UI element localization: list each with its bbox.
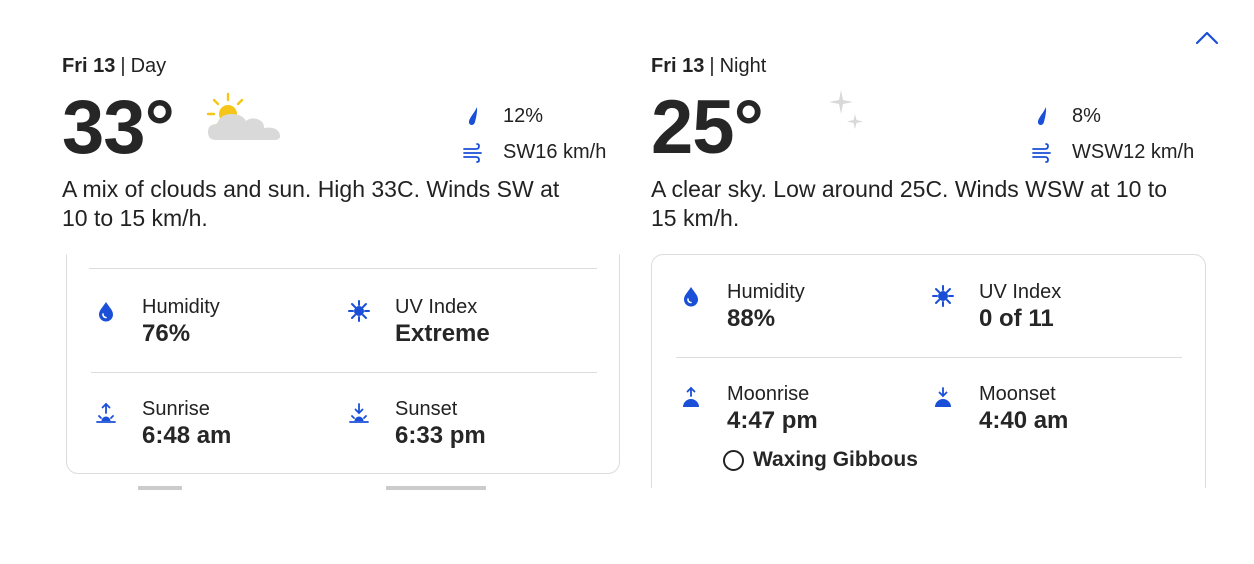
night-precip-value: 8% — [1072, 104, 1101, 127]
uv-value: 0 of 11 — [979, 305, 1054, 332]
divider — [676, 357, 1182, 358]
sunset-value: 6:33 pm — [395, 422, 486, 449]
moonrise-label: Moonrise — [727, 383, 810, 405]
moonset-value: 4:40 am — [979, 407, 1069, 434]
sunrise-icon — [96, 402, 116, 423]
night-precip-row: 8% — [1031, 98, 1194, 134]
day-temperature: 33° — [62, 85, 175, 170]
rain-drop-icon — [1037, 107, 1047, 125]
day-date: Fri 13 — [62, 55, 116, 77]
day-wind-value: SW16 km/h — [503, 140, 607, 163]
moon-phase-icon — [723, 449, 744, 471]
night-moonrise: Moonrise 4:47 pm — [680, 382, 818, 436]
scroll-fade-mask — [0, 488, 1254, 564]
day-details-card: Humidity 76% UV Index Extreme Sunrise 6:48 … — [66, 254, 620, 474]
day-stats: 12% SW16 km/h — [462, 98, 606, 170]
wind-icon — [1032, 143, 1051, 163]
day-sunset: Sunset 6:33 pm — [348, 397, 486, 451]
sunrise-value: 6:48 am — [142, 422, 232, 449]
moon-phase: Waxing Gibbous — [723, 448, 918, 472]
night-humidity: Humidity 88% — [680, 280, 805, 334]
uv-sun-icon — [348, 300, 370, 322]
uv-sun-icon — [932, 285, 954, 307]
chevron-up-icon — [1195, 31, 1219, 45]
sunset-label: Sunset — [395, 398, 458, 420]
night-moonset: Moonset 4:40 am — [932, 382, 1068, 436]
uv-label: UV Index — [979, 281, 1062, 303]
humidity-drop-icon — [99, 302, 113, 322]
moonset-label: Moonset — [979, 383, 1056, 405]
humidity-value: 88% — [727, 305, 776, 332]
night-period: Night — [719, 55, 767, 77]
day-description: A mix of clouds and sun. High 33C. Winds… — [62, 176, 560, 231]
rain-drop-icon — [468, 107, 478, 125]
partly-sunny-icon — [206, 92, 281, 140]
clipped-content — [386, 486, 486, 490]
humidity-value: 76% — [142, 320, 191, 347]
collapse-button[interactable] — [1193, 26, 1221, 50]
date-separator: | — [120, 55, 126, 77]
moonset-icon — [935, 387, 951, 407]
day-uv-index: UV Index Extreme — [348, 295, 490, 349]
clipped-content — [138, 486, 182, 490]
sunset-icon — [349, 403, 369, 423]
sunrise-label: Sunrise — [142, 398, 210, 420]
night-wind-value: WSW12 km/h — [1072, 140, 1195, 163]
night-stats: 8% WSW12 km/h — [1031, 98, 1194, 170]
wind-icon — [463, 143, 482, 163]
humidity-label: Humidity — [727, 281, 805, 303]
moonrise-value: 4:47 pm — [727, 407, 818, 434]
divider — [91, 372, 597, 373]
day-wind-row: SW16 km/h — [462, 134, 606, 170]
night-date-line: Fri 13 | Night — [651, 55, 766, 78]
clear-night-icon — [813, 90, 863, 150]
day-precip-value: 12% — [503, 104, 544, 127]
day-period: Day — [130, 55, 167, 77]
uv-label: UV Index — [395, 296, 478, 318]
night-details-card: Humidity 88% UV Index 0 of 11 Moonrise 4:47… — [651, 254, 1206, 515]
day-precip-row: 12% — [462, 98, 606, 134]
moon-phase-label: Waxing Gibbous — [753, 448, 918, 471]
night-temperature: 25° — [651, 85, 764, 170]
night-description: A clear sky. Low around 25C. Winds WSW a… — [651, 176, 1168, 231]
night-date: Fri 13 — [651, 55, 705, 77]
date-separator: | — [709, 55, 715, 77]
humidity-drop-icon — [684, 287, 698, 307]
day-date-line: Fri 13 | Day — [62, 55, 166, 78]
day-sunrise: Sunrise 6:48 am — [95, 397, 231, 451]
night-wind-row: WSW12 km/h — [1031, 134, 1194, 170]
day-humidity: Humidity 76% — [95, 295, 220, 349]
uv-value: Extreme — [395, 320, 490, 347]
humidity-label: Humidity — [142, 296, 220, 318]
moonrise-icon — [683, 386, 699, 407]
divider — [89, 268, 597, 269]
night-uv-index: UV Index 0 of 11 — [932, 280, 1061, 334]
